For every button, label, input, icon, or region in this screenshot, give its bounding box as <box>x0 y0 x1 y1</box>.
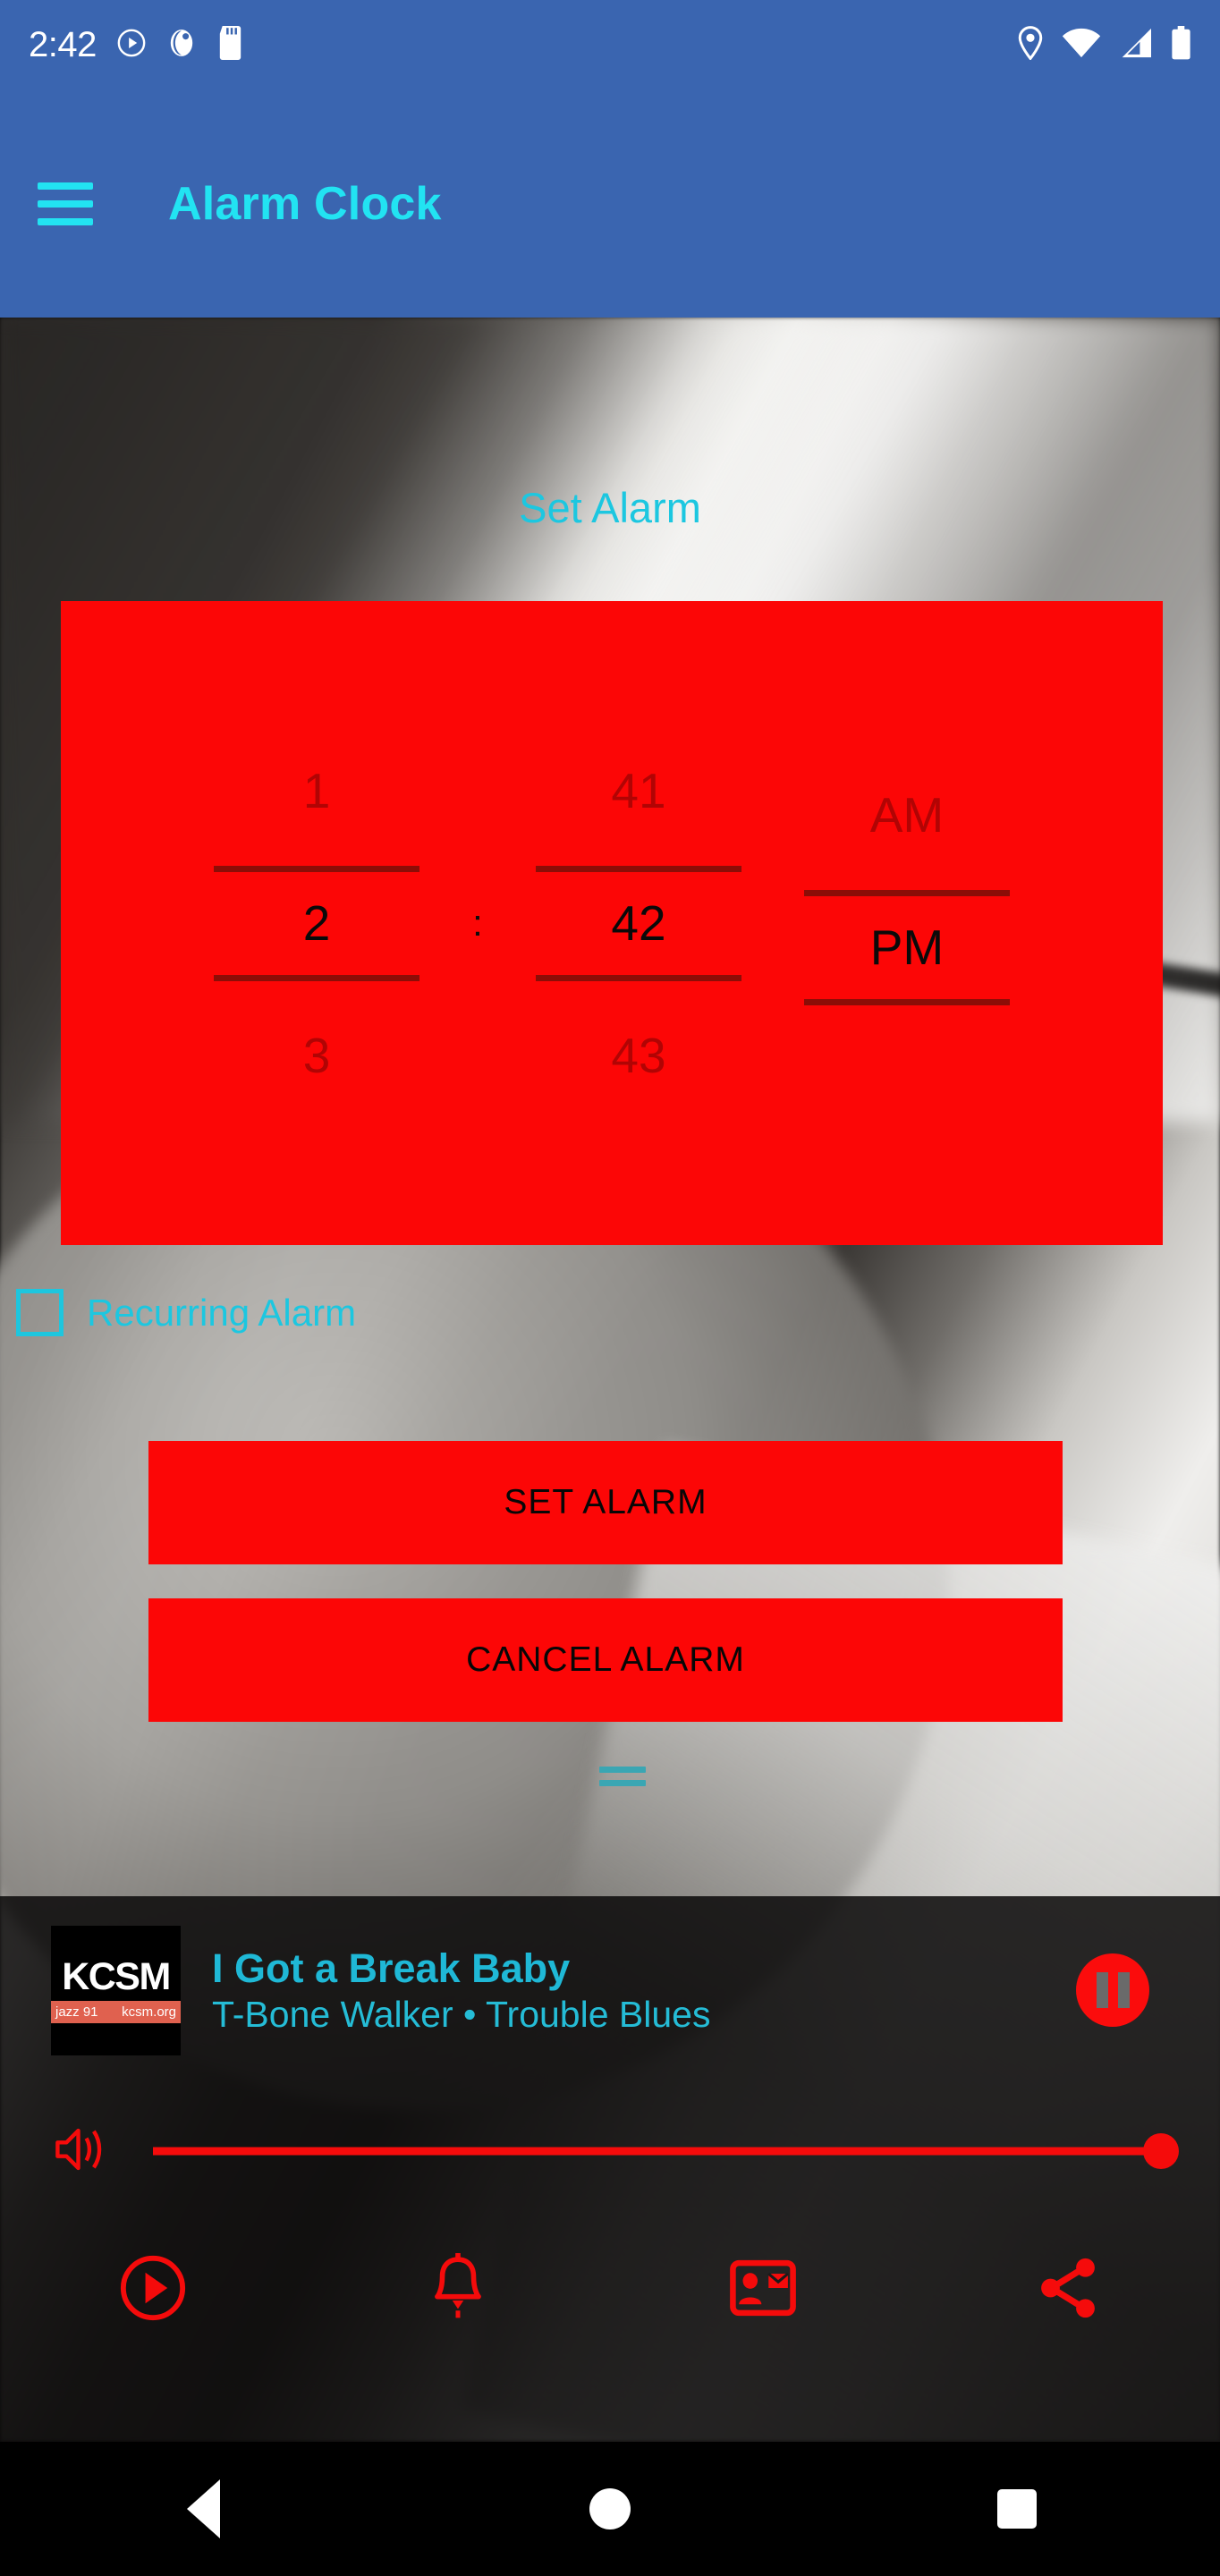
track-title: I Got a Break Baby <box>212 1945 571 1991</box>
recurring-alarm-label: Recurring Alarm <box>87 1291 357 1334</box>
meridiem-divider-bottom <box>804 999 1010 1005</box>
track-subtitle: T-Bone Walker • Trouble Blues <box>212 1993 711 2035</box>
nav-play-button[interactable] <box>0 2253 305 2327</box>
minute-next-value[interactable]: 43 <box>611 1030 665 1080</box>
contact-card-icon <box>729 2258 796 2322</box>
battery-icon <box>1171 25 1191 64</box>
play-circle-icon <box>118 2253 188 2327</box>
android-back-button[interactable] <box>0 2479 407 2538</box>
now-playing-row: KCSM jazz 91 kcsm.org I Got a Break Baby… <box>0 1896 1220 2084</box>
nav-share-button[interactable] <box>915 2253 1220 2327</box>
set-alarm-heading: Set Alarm <box>519 484 701 531</box>
track-metadata: I Got a Break Baby T-Bone Walker • Troub… <box>212 1945 710 2036</box>
drag-handle-line <box>599 1767 646 1773</box>
android-navigation-bar <box>0 2442 1220 2576</box>
station-tagline: jazz 91 <box>55 2004 98 2020</box>
set-alarm-button[interactable]: SET ALARM <box>148 1441 1063 1564</box>
hour-previous-value[interactable]: 1 <box>303 766 331 816</box>
app-bar: Alarm Clock <box>0 89 1220 318</box>
status-bar: 2:42 <box>0 0 1220 89</box>
hamburger-line <box>38 217 93 225</box>
pause-bar <box>1117 1972 1130 2008</box>
back-triangle-icon <box>186 2479 220 2538</box>
drag-handle-line <box>599 1780 646 1786</box>
recents-square-icon <box>996 2489 1037 2529</box>
hamburger-line <box>38 199 93 208</box>
minute-previous-value[interactable]: 41 <box>611 766 665 816</box>
android-recents-button[interactable] <box>813 2489 1220 2529</box>
volume-slider-track <box>153 2147 1173 2156</box>
status-clock: 2:42 <box>29 24 97 64</box>
main-content: Set Alarm 1 2 3 : 41 42 43 AM PM Recurri… <box>0 318 1220 1896</box>
minute-divider-bottom <box>536 974 741 981</box>
volume-slider[interactable] <box>153 2131 1179 2172</box>
station-website: kcsm.org <box>122 2004 176 2020</box>
volume-slider-thumb[interactable] <box>1143 2133 1179 2169</box>
time-picker[interactable]: 1 2 3 : 41 42 43 AM PM <box>61 601 1163 1245</box>
meridiem-previous-value[interactable]: AM <box>870 791 945 840</box>
time-separator: : <box>472 902 483 944</box>
time-picker-columns: 1 2 3 : 41 42 43 AM PM <box>61 601 1163 1245</box>
album-art: KCSM jazz 91 kcsm.org <box>51 1925 181 2055</box>
cell-signal-icon <box>1119 28 1153 63</box>
nav-contact-button[interactable] <box>610 2258 915 2322</box>
hour-divider-bottom <box>214 974 419 981</box>
hamburger-line <box>38 182 93 190</box>
recurring-alarm-row[interactable]: Recurring Alarm <box>16 1289 356 1336</box>
share-icon <box>1033 2253 1103 2327</box>
hour-divider-top <box>214 865 419 872</box>
station-name: KCSM <box>62 1954 171 1998</box>
hour-next-value[interactable]: 3 <box>303 1030 331 1080</box>
hour-picker-column[interactable]: 1 2 3 <box>182 601 451 1245</box>
status-bar-right <box>1017 25 1220 64</box>
sd-card-icon <box>216 25 244 64</box>
minute-picker-column[interactable]: 41 42 43 <box>504 601 773 1245</box>
meridiem-divider-top <box>804 890 1010 896</box>
pause-bar <box>1096 1972 1108 2008</box>
wifi-icon <box>1062 28 1101 63</box>
hamburger-menu-icon[interactable] <box>38 182 93 225</box>
volume-row <box>0 2084 1220 2218</box>
volume-up-icon[interactable] <box>54 2123 113 2180</box>
status-bar-left: 2:42 <box>0 25 244 65</box>
station-tagline-bar: jazz 91 kcsm.org <box>51 2000 181 2023</box>
recurring-alarm-checkbox[interactable] <box>16 1289 64 1336</box>
app-screen: 2: 42 Alarm Clock Set Alarm 1 2 3: 41 42… <box>0 0 1220 2576</box>
media-player-panel: KCSM jazz 91 kcsm.org I Got a Break Baby… <box>0 1896 1220 2442</box>
minute-selected-value[interactable]: 42 <box>611 898 665 948</box>
minute-divider-top <box>536 865 741 872</box>
home-circle-icon <box>589 2488 631 2529</box>
pause-icon[interactable] <box>1076 1953 1149 2027</box>
drag-handle-icon[interactable] <box>599 1767 646 1793</box>
player-bottom-nav <box>0 2218 1220 2361</box>
meridiem-picker-column[interactable]: AM PM <box>773 601 1041 1245</box>
hour-selected-value[interactable]: 2 <box>303 898 331 948</box>
play-circle-icon <box>116 28 147 63</box>
cancel-alarm-button[interactable]: CANCEL ALARM <box>148 1598 1063 1722</box>
location-pin-icon <box>1017 25 1044 64</box>
meridiem-selected-value[interactable]: PM <box>870 923 945 972</box>
app-notification-icon <box>166 26 197 64</box>
alarm-bell-icon <box>429 2252 487 2327</box>
android-home-button[interactable] <box>407 2488 814 2529</box>
page-title: Alarm Clock <box>168 177 442 230</box>
nav-alarm-button[interactable] <box>305 2252 610 2327</box>
